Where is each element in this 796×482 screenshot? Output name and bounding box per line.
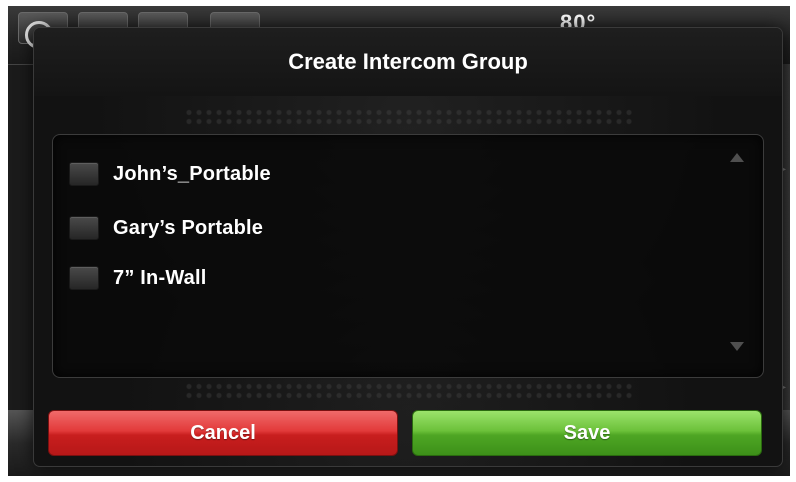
dialog-title: Create Intercom Group bbox=[34, 28, 782, 96]
create-intercom-group-dialog: Create Intercom Group John’s_Portable Ga… bbox=[34, 28, 782, 466]
save-button[interactable]: Save bbox=[412, 410, 762, 456]
list-item-label: Gary’s Portable bbox=[113, 216, 264, 239]
cancel-button[interactable]: Cancel bbox=[48, 410, 398, 456]
hex-pattern-decoration bbox=[184, 108, 634, 126]
scrollbar[interactable] bbox=[727, 145, 747, 367]
scroll-down-arrow-icon[interactable] bbox=[730, 342, 744, 351]
list-item-7-in-wall[interactable]: 7” In-Wall bbox=[69, 263, 689, 293]
list-item-johns-portable[interactable]: John’s_Portable bbox=[69, 159, 689, 189]
hex-pattern-decoration bbox=[184, 382, 634, 400]
touchscreen: 80° ▸ ▸ Create Intercom Group John’s_Por… bbox=[8, 6, 790, 476]
checkbox[interactable] bbox=[69, 216, 99, 240]
list-item-label: John’s_Portable bbox=[113, 162, 271, 185]
scroll-up-arrow-icon[interactable] bbox=[730, 153, 744, 162]
device-list[interactable]: John’s_Portable Gary’s Portable 7” In-Wa… bbox=[52, 134, 764, 378]
list-item-garys-portable[interactable]: Gary’s Portable bbox=[69, 213, 689, 243]
checkbox[interactable] bbox=[69, 266, 99, 290]
checkbox[interactable] bbox=[69, 162, 99, 186]
list-item-label: 7” In-Wall bbox=[113, 266, 207, 289]
